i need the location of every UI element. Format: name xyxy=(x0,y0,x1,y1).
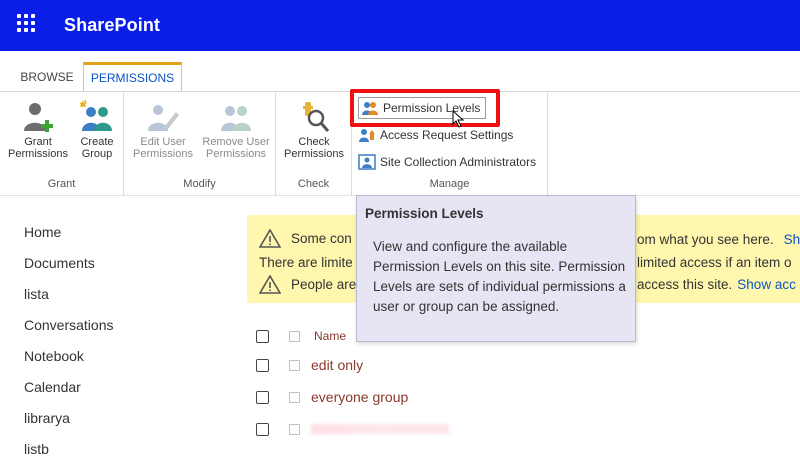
access-request-settings-label: Access Request Settings xyxy=(380,128,514,142)
list-item-link[interactable]: edit only xyxy=(311,357,363,373)
select-all-checkbox[interactable] xyxy=(256,329,269,343)
remove-user-permissions-label-1: Remove User xyxy=(202,136,270,148)
tooltip-title: Permission Levels xyxy=(365,206,484,221)
ribbon-group-label-manage: Manage xyxy=(429,178,470,190)
warning-row-3: People are xyxy=(259,275,356,294)
show-access-link[interactable]: Show acc xyxy=(737,277,796,292)
nav-item-listb[interactable]: listb xyxy=(24,441,49,457)
warning-row-3-text: People are xyxy=(291,277,357,292)
grant-permissions-label-2: Permissions xyxy=(8,148,68,160)
row-item-checkbox[interactable] xyxy=(289,423,300,435)
row-select-checkbox[interactable] xyxy=(256,422,269,436)
redacted-item-name xyxy=(311,424,449,434)
column-header-name[interactable]: Name xyxy=(314,329,346,343)
access-request-settings-icon xyxy=(359,129,375,142)
site-collection-administrators-button[interactable]: Site Collection Administrators xyxy=(358,151,536,173)
list-item xyxy=(256,418,796,440)
nav-item-documents[interactable]: Documents xyxy=(24,255,95,271)
access-request-settings-button[interactable]: Access Request Settings xyxy=(358,124,513,146)
permission-levels-tooltip: Permission Levels View and configure the… xyxy=(356,195,636,342)
check-permissions-button[interactable]: Check Permissions xyxy=(280,100,348,160)
list-item: edit only xyxy=(256,354,796,376)
ribbon-group-grant: Grant Permissions Create Group Grant xyxy=(0,92,124,196)
row-item-checkbox[interactable] xyxy=(289,391,300,403)
warning-row-1: Some con xyxy=(259,229,352,248)
ribbon-group-modify: Edit User Permissions Remove User Permis… xyxy=(124,92,276,196)
list-item-link[interactable]: everyone group xyxy=(311,389,408,405)
create-group-button[interactable]: Create Group xyxy=(72,100,122,160)
warning-row-1-end-text: om what you see here. xyxy=(637,232,774,247)
edit-user-permissions-label-2: Permissions xyxy=(133,148,193,160)
warning-icon xyxy=(259,229,281,248)
warning-row-3-end: access this site. Show acc xyxy=(637,277,796,292)
permission-levels-icon xyxy=(362,102,378,115)
create-group-label-1: Create xyxy=(80,136,114,148)
site-collection-administrators-label: Site Collection Administrators xyxy=(380,155,537,169)
warning-row-2-end-text: limited access if an item o xyxy=(637,255,792,270)
warning-icon xyxy=(259,275,281,294)
permission-levels-button[interactable]: Permission Levels xyxy=(358,97,487,119)
create-group-icon xyxy=(79,100,112,131)
tab-permissions[interactable]: PERMISSIONS xyxy=(83,62,182,92)
edit-user-permissions-button[interactable]: Edit User Permissions xyxy=(130,100,196,160)
remove-user-permissions-label-2: Permissions xyxy=(206,148,266,160)
ribbon-group-label-modify: Modify xyxy=(183,178,216,190)
nav-item-home[interactable]: Home xyxy=(24,224,61,240)
ribbon-group-label-check: Check xyxy=(297,178,330,190)
warning-row-1-text: Some con xyxy=(291,231,352,246)
app-title[interactable]: SharePoint xyxy=(64,15,160,36)
nav-item-conversations[interactable]: Conversations xyxy=(24,317,114,333)
mouse-cursor-icon xyxy=(452,110,465,128)
grant-permissions-button[interactable]: Grant Permissions xyxy=(6,100,70,160)
ribbon-group-label-grant: Grant xyxy=(47,178,76,190)
warning-row-2: There are limite xyxy=(259,255,353,270)
tooltip-body: View and configure the available Permiss… xyxy=(373,239,626,314)
ribbon-group-check: Check Permissions Check xyxy=(276,92,352,196)
warning-row-2-end: limited access if an item o xyxy=(637,255,792,270)
list-item: everyone group xyxy=(256,386,796,408)
nav-item-librarya[interactable]: librarya xyxy=(24,410,70,426)
nav-item-notebook[interactable]: Notebook xyxy=(24,348,84,364)
check-permissions-icon xyxy=(303,102,330,132)
site-collection-administrators-icon xyxy=(358,154,376,170)
ribbon-tabs: BROWSE PERMISSIONS xyxy=(0,62,800,92)
remove-user-permissions-icon xyxy=(221,106,251,131)
app-launcher-icon[interactable] xyxy=(17,14,39,36)
check-permissions-label-2: Permissions xyxy=(284,148,344,160)
remove-user-permissions-button[interactable]: Remove User Permissions xyxy=(198,100,274,160)
warning-row-1-end: om what you see here. Sh xyxy=(637,232,800,247)
nav-item-lista[interactable]: lista xyxy=(24,286,49,302)
warning-row-2-text: There are limite xyxy=(259,255,353,270)
warning-row-1-link[interactable]: Sh xyxy=(784,232,800,247)
ribbon: Grant Permissions Create Group Grant Edi… xyxy=(0,92,800,196)
header-item-checkbox[interactable] xyxy=(289,330,300,342)
tab-browse[interactable]: BROWSE xyxy=(12,62,82,92)
row-item-checkbox[interactable] xyxy=(289,359,300,371)
create-group-label-2: Group xyxy=(81,148,113,160)
edit-user-permissions-label-1: Edit User xyxy=(140,136,186,148)
warning-row-3-end-text: access this site. xyxy=(637,277,733,292)
nav-item-calendar[interactable]: Calendar xyxy=(24,379,81,395)
check-permissions-label-1: Check xyxy=(298,136,330,148)
suite-bar: SharePoint xyxy=(0,0,800,51)
grant-permissions-icon xyxy=(24,103,53,132)
row-select-checkbox[interactable] xyxy=(256,358,269,372)
row-select-checkbox[interactable] xyxy=(256,390,269,404)
edit-user-permissions-icon xyxy=(148,105,179,131)
grant-permissions-label-1: Grant xyxy=(24,136,52,148)
